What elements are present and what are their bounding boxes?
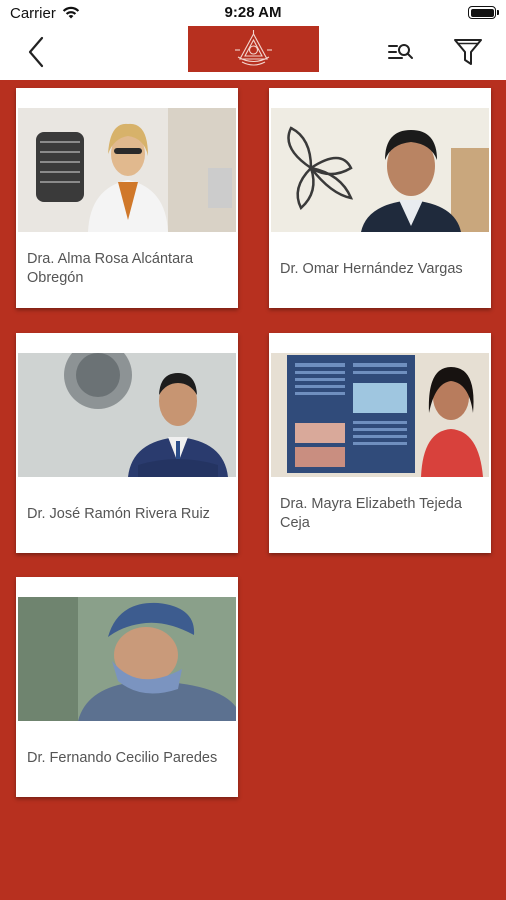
search-list-icon [388, 44, 413, 59]
organization-logo [188, 26, 319, 72]
status-bar: Carrier 9:28 AM [0, 0, 506, 26]
doctor-card[interactable]: Dra. Mayra Elizabeth Tejeda Ceja [269, 333, 491, 553]
doctor-name: Dr. José Ramón Rivera Ruiz [27, 505, 210, 522]
doctor-card[interactable]: Dr. José Ramón Rivera Ruiz [16, 333, 238, 553]
doctor-photo [271, 108, 489, 232]
nav-bar [0, 26, 506, 80]
doctor-card[interactable]: Dr. Fernando Cecilio Paredes [16, 577, 238, 797]
filter-icon [454, 39, 482, 65]
battery-icon [468, 6, 499, 19]
doctor-photo [271, 353, 489, 477]
back-button[interactable] [22, 34, 52, 70]
chevron-left-icon [28, 36, 44, 68]
doctor-card[interactable]: Dra. Alma Rosa Alcántara Obregón [16, 88, 238, 308]
doctor-name: Dra. Mayra Elizabeth Tejeda Ceja [280, 496, 462, 531]
clock: 9:28 AM [224, 4, 282, 21]
doctor-photo [18, 108, 236, 232]
search-list-button[interactable] [386, 38, 416, 66]
doctor-name: Dr. Fernando Cecilio Paredes [27, 749, 218, 766]
doctor-name: Dr. Omar Hernández Vargas [280, 260, 463, 277]
doctor-name: Dra. Alma Rosa Alcántara Obregón [27, 251, 194, 286]
doctor-photo [18, 353, 236, 477]
filter-button[interactable] [452, 36, 484, 68]
doctor-photo [18, 597, 236, 721]
doctor-card[interactable]: Dr. Omar Hernández Vargas [269, 88, 491, 308]
